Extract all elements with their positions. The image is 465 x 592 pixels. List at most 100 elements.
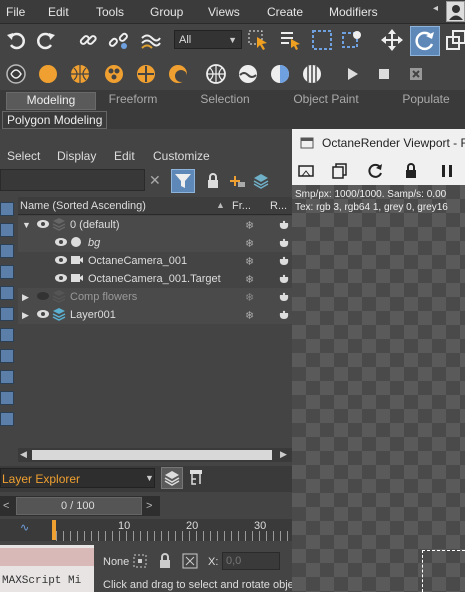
lock-icon[interactable] bbox=[206, 173, 220, 192]
particles-material-icon[interactable] bbox=[102, 62, 126, 86]
menu-create[interactable]: Create bbox=[267, 5, 303, 19]
side-tool-geometry-icon[interactable] bbox=[0, 223, 14, 237]
region-selection-frame[interactable] bbox=[422, 550, 465, 592]
tab-freeform[interactable]: Freeform bbox=[96, 92, 170, 110]
tree-row[interactable]: OctaneCamera_001.Target ❄ bbox=[18, 270, 292, 288]
freeze-snowflake-icon[interactable]: ❄ bbox=[245, 291, 254, 304]
hierarchy-icon[interactable] bbox=[186, 468, 206, 491]
side-tool-spacewarps-icon[interactable] bbox=[0, 328, 14, 342]
menu-tools[interactable]: Tools bbox=[96, 5, 124, 19]
undo-icon[interactable] bbox=[4, 28, 28, 52]
x-coordinate-field[interactable] bbox=[222, 552, 280, 570]
explorer-search-input[interactable] bbox=[0, 169, 145, 191]
lock-selection-icon[interactable] bbox=[158, 553, 172, 572]
globe-material-icon[interactable] bbox=[68, 62, 92, 86]
freeze-snowflake-icon[interactable]: ❄ bbox=[245, 273, 254, 286]
close-render-icon[interactable] bbox=[404, 62, 428, 86]
visibility-eye-icon[interactable] bbox=[54, 236, 68, 251]
save-image-icon[interactable] bbox=[298, 163, 314, 182]
selection-filter-dropdown[interactable]: All ▼ bbox=[174, 30, 242, 49]
menu-edit-explorer[interactable]: Edit bbox=[114, 149, 135, 163]
time-slider[interactable]: < 0 / 100 > bbox=[0, 496, 160, 516]
material-sphere-icon[interactable] bbox=[36, 62, 60, 86]
menu-select[interactable]: Select bbox=[7, 149, 40, 163]
render-teapot-icon[interactable] bbox=[277, 308, 291, 323]
tree-row[interactable]: ▶ Comp flowers ❄ bbox=[18, 288, 292, 306]
scale-icon[interactable] bbox=[444, 28, 465, 52]
tree-row[interactable]: ▶ Layer001 ❄ bbox=[18, 306, 292, 324]
tree-row[interactable]: bg ❄ bbox=[18, 234, 292, 252]
curve-editor-icon[interactable]: ∿ bbox=[20, 521, 29, 534]
time-next-icon[interactable]: > bbox=[146, 500, 152, 512]
tab-modeling[interactable]: Modeling bbox=[6, 92, 96, 110]
window-crossing-icon[interactable] bbox=[340, 28, 364, 52]
render-teapot-icon[interactable] bbox=[277, 254, 291, 269]
move-icon[interactable] bbox=[380, 28, 404, 52]
maxscript-listener[interactable]: MAXScript Mi bbox=[0, 545, 94, 592]
pause-icon[interactable] bbox=[440, 163, 454, 182]
menu-edit[interactable]: Edit bbox=[48, 5, 69, 19]
side-tool-bones-icon[interactable] bbox=[0, 391, 14, 405]
tab-object-paint[interactable]: Object Paint bbox=[285, 92, 367, 110]
collapse-arrow-icon[interactable]: ▼ bbox=[22, 220, 31, 230]
environment-globe-icon[interactable] bbox=[204, 62, 228, 86]
grid-material-icon[interactable] bbox=[134, 62, 158, 86]
render-teapot-icon[interactable] bbox=[277, 236, 291, 251]
side-tool-helpers-icon[interactable] bbox=[0, 307, 14, 321]
track-bar[interactable]: ∿ 10 20 30 bbox=[0, 519, 292, 541]
copy-image-icon[interactable] bbox=[332, 163, 348, 182]
render-canvas[interactable] bbox=[292, 185, 465, 592]
scrollbar-thumb[interactable] bbox=[32, 450, 272, 460]
bind-space-warp-icon[interactable] bbox=[138, 28, 162, 52]
tree-row[interactable]: ▼ 0 (default) ❄ bbox=[18, 216, 292, 234]
add-to-layer-icon[interactable] bbox=[228, 173, 246, 192]
tab-populate[interactable]: Populate bbox=[392, 92, 460, 110]
filter-button[interactable] bbox=[171, 169, 195, 193]
scroll-right-icon[interactable]: ▶ bbox=[280, 449, 287, 460]
lock-render-icon[interactable] bbox=[404, 163, 418, 182]
freeze-snowflake-icon[interactable]: ❄ bbox=[245, 309, 254, 322]
side-tool-display-all-icon[interactable] bbox=[0, 202, 14, 216]
tree-row[interactable]: OctaneCamera_001 ❄ bbox=[18, 252, 292, 270]
half-sphere-icon[interactable] bbox=[268, 62, 292, 86]
crescent-material-icon[interactable] bbox=[166, 62, 190, 86]
freeze-snowflake-icon[interactable]: ❄ bbox=[245, 219, 254, 232]
visibility-eye-icon[interactable] bbox=[36, 308, 50, 323]
stop-icon[interactable] bbox=[372, 62, 396, 86]
visibility-eye-icon[interactable] bbox=[36, 218, 50, 233]
horizontal-scrollbar[interactable]: ◀ ▶ bbox=[18, 448, 292, 462]
render-teapot-icon[interactable] bbox=[277, 218, 291, 233]
redo-icon[interactable] bbox=[34, 28, 58, 52]
selection-lock-icon[interactable] bbox=[132, 553, 148, 572]
select-object-icon[interactable] bbox=[246, 28, 270, 52]
time-prev-icon[interactable]: < bbox=[3, 500, 9, 512]
freeze-snowflake-icon[interactable]: ❄ bbox=[245, 237, 254, 250]
menu-group[interactable]: Group bbox=[150, 5, 183, 19]
side-tool-groups-icon[interactable] bbox=[0, 349, 14, 363]
side-tool-xrefs-icon[interactable] bbox=[0, 370, 14, 384]
maxscript-input-top[interactable] bbox=[0, 548, 94, 566]
layer-mode-button[interactable] bbox=[161, 467, 183, 489]
octane-viewport[interactable]: OctaneRender Viewport - R Smp/px: 1000/1… bbox=[292, 129, 465, 592]
link-icon[interactable] bbox=[76, 28, 100, 52]
unlink-icon[interactable] bbox=[106, 28, 130, 52]
column-render[interactable]: R... bbox=[270, 200, 287, 212]
wave-sphere-icon[interactable] bbox=[236, 62, 260, 86]
render-teapot-icon[interactable] bbox=[277, 290, 291, 305]
play-icon[interactable] bbox=[340, 62, 364, 86]
expand-arrow-icon[interactable]: ▶ bbox=[22, 310, 29, 321]
menu-display[interactable]: Display bbox=[57, 149, 96, 163]
rectangular-selection-icon[interactable] bbox=[310, 28, 334, 52]
user-account-icon[interactable] bbox=[446, 1, 465, 22]
column-name[interactable]: Name (Sorted Ascending) bbox=[20, 200, 146, 212]
side-tool-cameras-icon[interactable] bbox=[0, 286, 14, 300]
expand-arrow-icon[interactable]: ▶ bbox=[22, 292, 29, 303]
time-slider-thumb[interactable]: 0 / 100 bbox=[16, 497, 142, 515]
side-tool-shapes-icon[interactable] bbox=[0, 244, 14, 258]
column-frozen[interactable]: Fr... bbox=[232, 200, 251, 212]
scroll-left-icon[interactable]: ◀ bbox=[20, 449, 27, 460]
render-teapot-icon[interactable] bbox=[277, 272, 291, 287]
menu-views[interactable]: Views bbox=[208, 5, 240, 19]
menu-customize[interactable]: Customize bbox=[153, 149, 210, 163]
striped-sphere-icon[interactable] bbox=[300, 62, 324, 86]
